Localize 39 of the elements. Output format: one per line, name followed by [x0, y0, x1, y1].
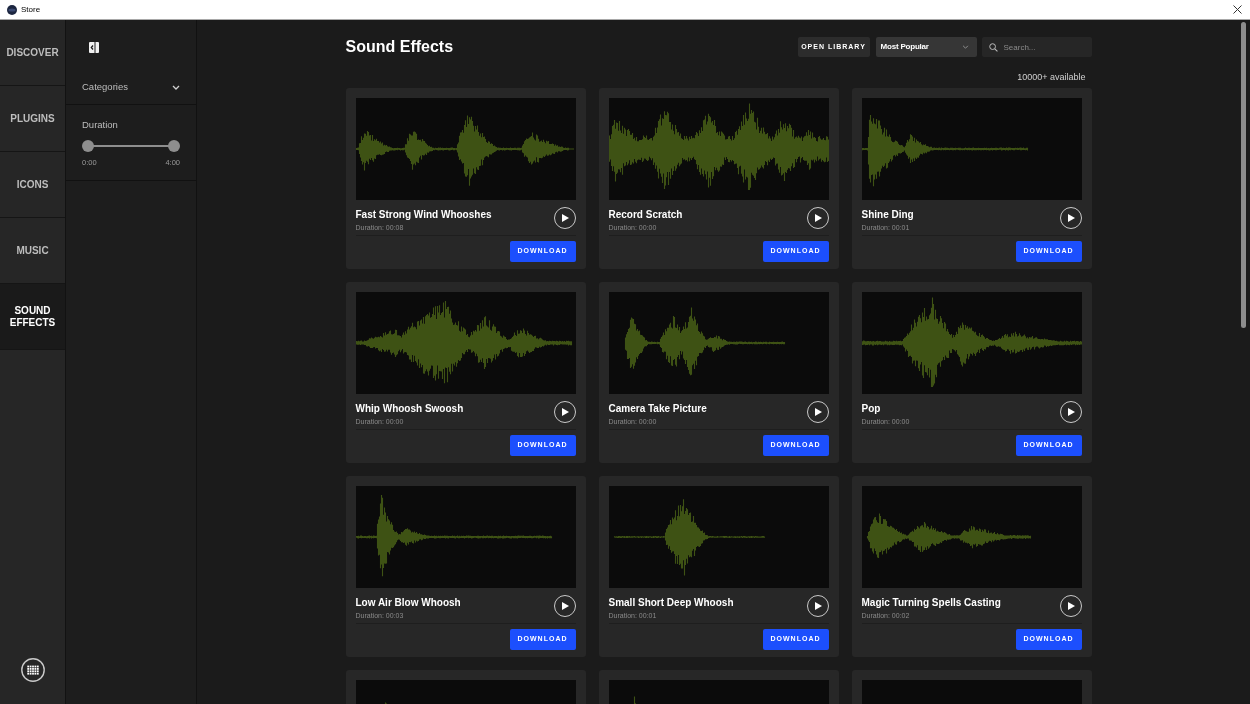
play-icon [815, 601, 822, 610]
play-icon [562, 601, 569, 610]
sound-title: Magic Turning Spells Casting [861, 597, 1001, 609]
slider-thumb[interactable] [82, 140, 94, 152]
play-icon [562, 213, 569, 222]
play-icon [815, 407, 822, 416]
sound-title: Camera Take Picture [608, 403, 707, 415]
play-icon [1068, 213, 1075, 222]
sound-title: Small Short Deep Whoosh [608, 597, 734, 609]
play-icon [815, 213, 822, 222]
filter-label: Duration [82, 119, 119, 130]
window-title: Store [21, 3, 41, 16]
sidebar-toggle-button[interactable] [89, 42, 99, 53]
sound-title: Record Scratch [608, 209, 683, 221]
slider-track[interactable] [82, 140, 180, 152]
results-count: 10000+ available [1017, 72, 1086, 83]
play-icon [1068, 407, 1075, 416]
page-title: Sound Effects [345, 37, 454, 57]
grid-icon [20, 658, 45, 682]
categories-dropdown[interactable]: Categories [66, 71, 196, 104]
nav-item[interactable]: SOUND EFFECTS [0, 284, 65, 350]
chevron-down-icon [961, 45, 969, 49]
sound-title: Whip Whoosh Swoosh [355, 403, 464, 415]
search-icon [988, 42, 998, 52]
sort-dropdown[interactable]: Most Popular [875, 37, 977, 57]
sound-title: Shine Ding [861, 209, 914, 221]
search-input[interactable]: Search... [1003, 40, 1088, 54]
close-icon [1232, 5, 1242, 14]
apps-button[interactable] [20, 658, 45, 682]
scrollbar-thumb[interactable] [1241, 22, 1246, 328]
sound-title: Low Air Blow Whoosh [355, 597, 461, 609]
panel-left-icon [89, 42, 99, 53]
sound-title: Pop [861, 403, 882, 415]
app-icon [7, 4, 17, 15]
slider-thumb[interactable] [168, 140, 180, 152]
play-icon [1068, 601, 1075, 610]
play-icon [562, 407, 569, 416]
sound-title: Fast Strong Wind Whooshes [355, 209, 492, 221]
search-field[interactable]: Search... [981, 37, 1092, 57]
